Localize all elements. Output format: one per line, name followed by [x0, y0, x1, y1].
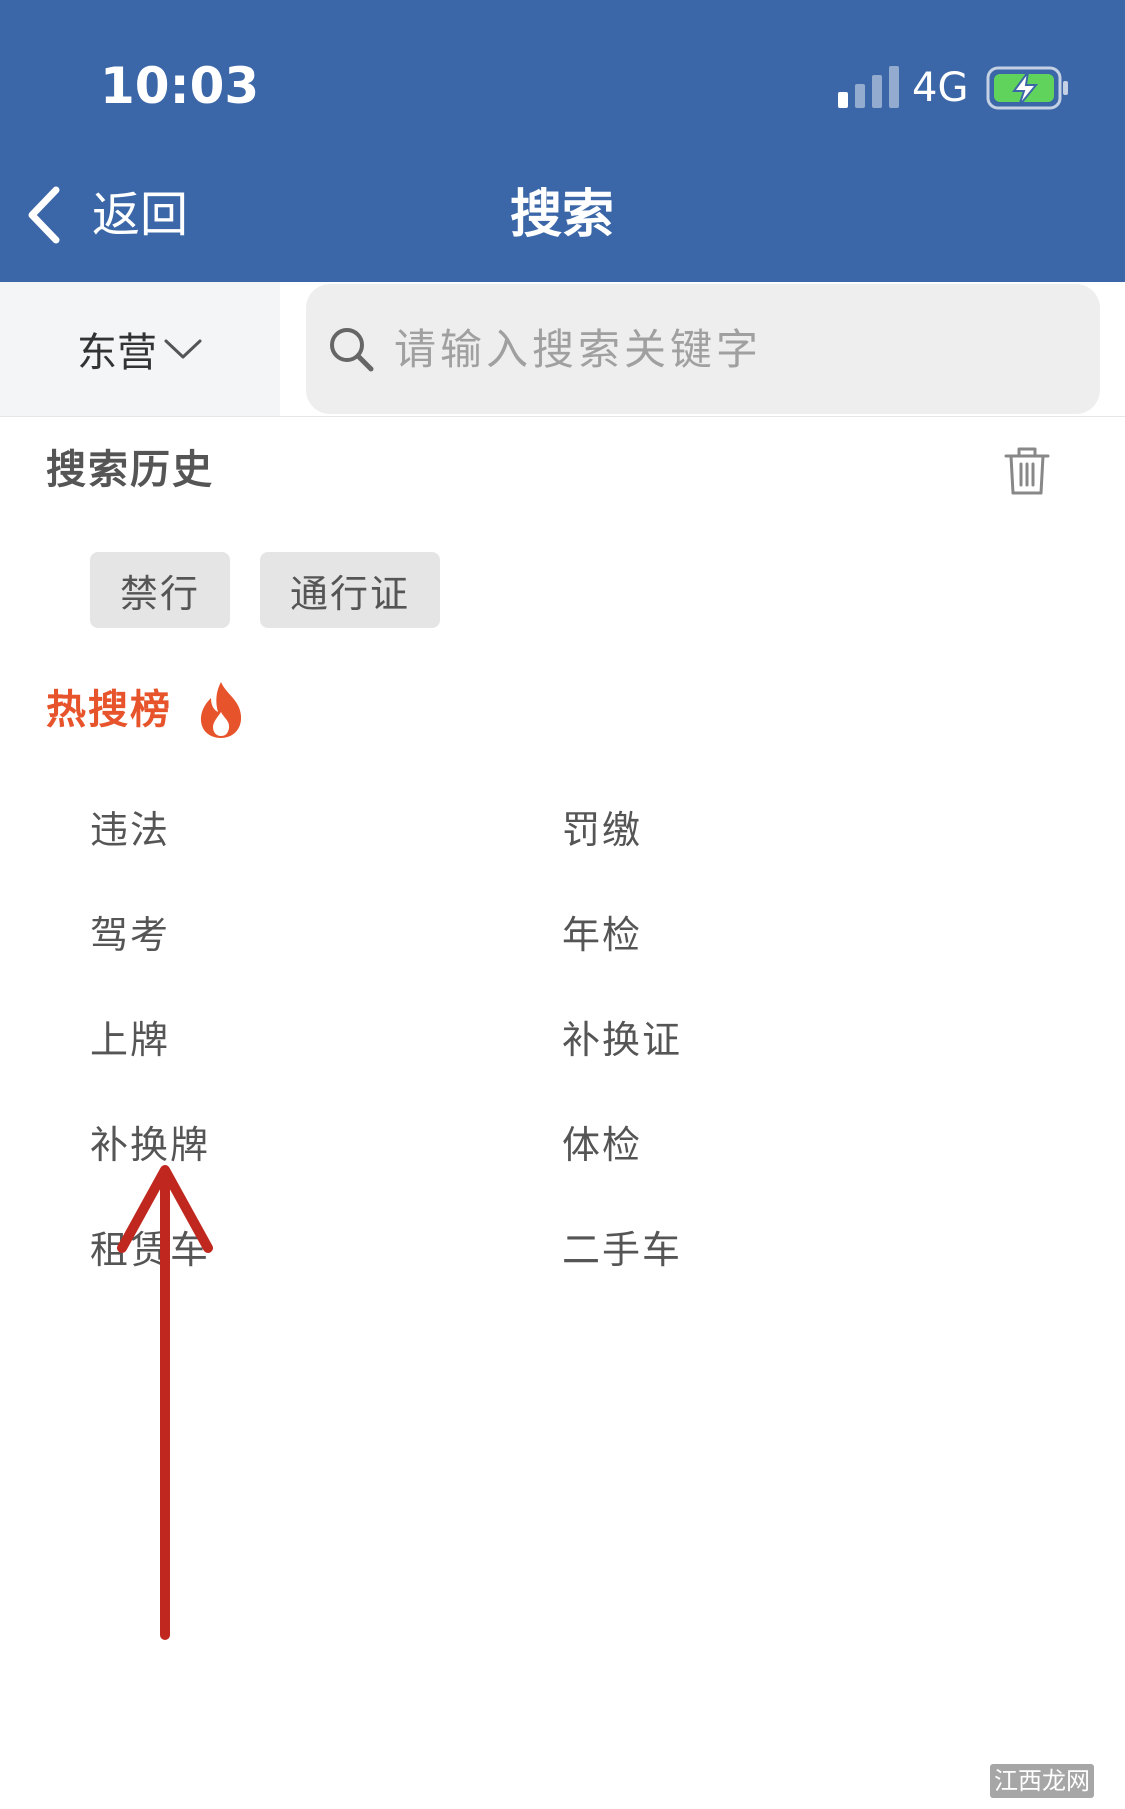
hot-search-header: 热搜榜 — [46, 680, 246, 740]
search-box[interactable] — [306, 284, 1100, 414]
back-label: 返回 — [92, 187, 189, 243]
search-history-tags: 禁行 通行证 — [90, 552, 441, 628]
hot-search-item[interactable]: 补换证 — [562, 1010, 682, 1070]
hot-search-item[interactable]: 违法 — [90, 800, 170, 860]
chevron-down-icon — [164, 339, 202, 359]
back-button[interactable]: 返回 — [22, 180, 188, 250]
hot-search-item[interactable]: 上牌 — [90, 1010, 170, 1070]
fire-icon — [200, 682, 242, 738]
network-label: 4G — [912, 65, 969, 111]
city-label: 东营 — [77, 330, 157, 376]
search-icon — [330, 328, 374, 372]
hot-search-item[interactable]: 租赁车 — [90, 1220, 210, 1280]
city-selector[interactable]: 东营 — [0, 282, 280, 416]
top-navigation-bar: 10:03 4G 返回 搜索 — [0, 0, 1125, 282]
status-time: 10:03 — [100, 57, 260, 115]
hot-search-item[interactable]: 补换牌 — [90, 1115, 210, 1175]
search-history-title: 搜索历史 — [46, 447, 214, 493]
hot-search-item[interactable]: 罚缴 — [562, 800, 642, 860]
signal-icon — [838, 66, 899, 108]
watermark: 江西龙网 — [990, 1764, 1094, 1798]
hot-search-item[interactable]: 二手车 — [562, 1220, 682, 1280]
hot-search-title: 热搜榜 — [46, 687, 172, 733]
search-input[interactable] — [392, 323, 1076, 375]
history-tag[interactable]: 禁行 — [90, 552, 231, 628]
hot-search-item[interactable]: 驾考 — [90, 905, 170, 965]
page-title: 搜索 — [509, 185, 614, 245]
battery-charging-icon — [986, 66, 1068, 110]
history-tag[interactable]: 通行证 — [260, 552, 441, 628]
search-row: 东营 — [0, 282, 1125, 417]
hot-search-item[interactable]: 体检 — [562, 1115, 642, 1175]
hot-search-item[interactable]: 年检 — [562, 905, 642, 965]
trash-icon[interactable] — [1004, 446, 1050, 496]
chevron-left-icon — [28, 186, 60, 244]
